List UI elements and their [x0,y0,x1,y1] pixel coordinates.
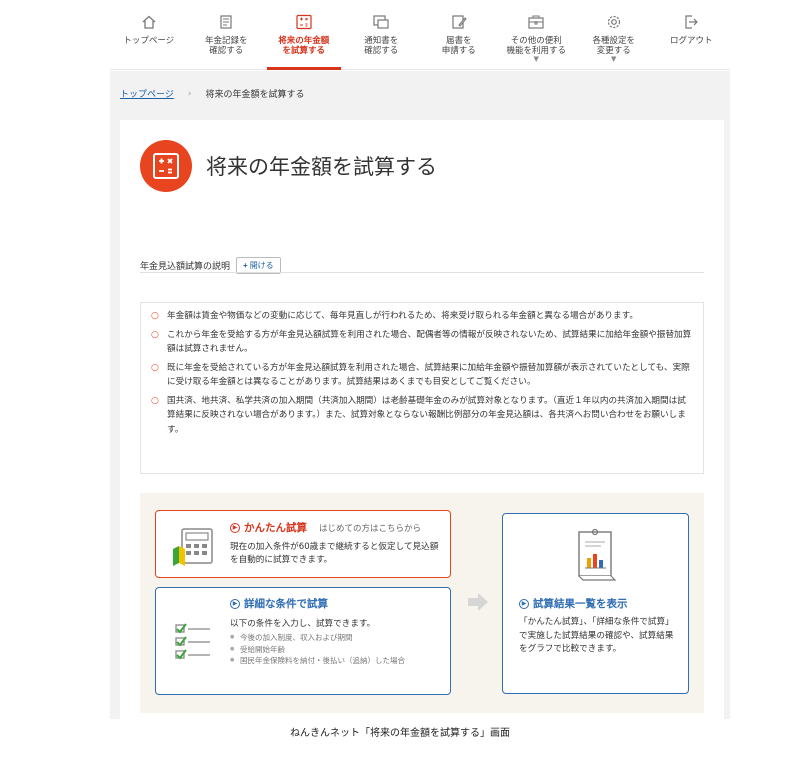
notes-box: ○ 年金額は賃金や物価などの変動に応じて、毎年見直しが行われるため、将来受け取ら… [140,302,704,474]
gear-icon [604,12,624,32]
easy-title-text: かんたん試算 [244,522,307,534]
circle-bullet-icon: ○ [151,311,159,321]
detail-description: 以下の条件を入力し、試算できます。 [230,619,376,629]
chevron-down-icon: ▼ [533,55,539,63]
breadcrumb: トップページ › 将来の年金額を試算する [120,87,305,101]
nav-item-settings[interactable]: 各種設定を 変更する ▼ [575,0,653,69]
nav-item-notice[interactable]: 通知書を 確認する [343,0,421,69]
nav-label: 各種設定を 変更する [592,36,635,56]
page-title: 将来の年金額を試算する [206,155,437,179]
document-icon [216,12,236,32]
detail-title-text: 詳細な条件で試算 [244,598,328,610]
notice-icon [371,12,391,32]
circle-bullet-icon: ○ [151,362,159,373]
easy-description: 現在の加入条件が60歳まで継続すると仮定して見込額を自動的に試算できます。 [230,542,439,565]
divider [140,272,704,273]
top-nav: トップページ 年金記録を 確認する 将来の年金額 を試算する 通知書を 確認する… [110,0,730,70]
result-list-title: ▶ 試算結果一覧を表示 [519,596,628,611]
list-item: 国民年金保険料を納付・後払い（追納）した場合 [230,655,440,667]
detail-condition-list: 今後の加入制度、収入および期間 受給開始年齢 国民年金保険料を納付・後払い（追納… [230,632,440,667]
detail-estimate-card[interactable]: ▶ 詳細な条件で試算 以下の条件を入力し、試算できます。 今後の加入制度、収入お… [155,587,451,695]
form-edit-icon [449,12,469,32]
result-description: 「かんたん試算」、「詳細な条件で試算」で実施した試算結果の確認や、試算結果をグラ… [519,617,674,654]
note-item: ○ 国共済、地共済、私学共済の加入期間（共済加入期間）は老齢基礎年金のみが試算対… [151,394,693,438]
calculator-icon [294,12,314,32]
plus-icon: + [243,261,248,270]
nav-label: ログアウト [669,36,713,46]
easy-estimate-card[interactable]: ▶ かんたん試算 はじめての方はこちらから 現在の加入条件が60歳まで継続すると… [155,510,451,578]
breadcrumb-separator: › [187,88,192,99]
circle-arrow-right-icon: ▶ [230,522,240,533]
home-icon [139,12,159,32]
nav-label: 年金記録を 確認する [204,36,248,56]
image-caption: ねんきんネット「将来の年金額を試算する」画面 [290,728,510,739]
circle-bullet-icon: ○ [151,329,159,340]
circle-arrow-right-icon: ▶ [230,598,240,609]
note-item: ○ これから年金を受給する方が年金見込額試算を利用された場合、配偶者等の情報が反… [151,328,693,357]
chevron-down-icon: ▼ [611,55,617,63]
note-text: 既に年金を受給されている方が年金見込額試算を利用された場合、試算結果に加給年金額… [167,362,690,388]
circle-bullet-icon: ○ [151,395,159,406]
nav-item-logout[interactable]: ログアウト [653,0,731,69]
nav-item-apply-form[interactable]: 届書を 申請する [420,0,498,69]
nav-item-pension-record[interactable]: 年金記録を 確認する [188,0,266,69]
nav-label: 将来の年金額 を試算する [278,36,330,56]
nav-label: トップページ [123,36,175,46]
title-row: 将来の年金額を試算する [140,140,437,192]
note-text: 年金額は賃金や物価などの変動に応じて、毎年見直しが行われるため、将来受け取られる… [167,311,638,321]
result-list-card[interactable]: ▶ 試算結果一覧を表示 「かんたん試算」、「詳細な条件で試算」で実施した試算結果… [502,513,689,694]
detail-estimate-title: ▶ 詳細な条件で試算 [230,596,328,611]
note-item: ○ 既に年金を受給されている方が年金見込額試算を利用された場合、試算結果に加給年… [151,361,693,390]
nav-item-top-page[interactable]: トップページ [110,0,188,69]
report-chart-icon [575,528,617,588]
nav-item-other-features[interactable]: その他の便利 機能を利用する ▼ [498,0,576,69]
logout-icon [681,12,701,32]
breadcrumb-current: 将来の年金額を試算する [205,90,305,100]
note-item: ○ 年金額は賃金や物価などの変動に応じて、毎年見直しが行われるため、将来受け取ら… [151,309,693,324]
easy-subtitle: はじめての方はこちらから [319,523,422,534]
checklist-icon [174,622,214,666]
note-text: 国共済、地共済、私学共済の加入期間（共済加入期間）は老齢基礎年金のみが試算対象と… [167,395,686,435]
nav-item-pension-estimate[interactable]: 将来の年金額 を試算する [265,0,343,70]
result-title-text: 試算結果一覧を表示 [533,598,628,610]
calculator-beginner-icon [170,525,220,573]
explain-label: 年金見込額試算の説明 [140,262,231,272]
list-item: 受給開始年齢 [230,644,440,656]
nav-label: 届書を 申請する [441,36,476,56]
toolbox-icon [526,12,546,32]
circle-arrow-right-icon: ▶ [519,598,529,609]
calculator-icon [140,140,192,192]
note-text: これから年金を受給する方が年金見込額試算を利用された場合、配偶者等の情報が反映さ… [167,329,692,355]
open-button-label: 開ける [249,261,274,270]
breadcrumb-home-link[interactable]: トップページ [120,87,174,100]
nav-label: 通知書を 確認する [364,36,399,56]
easy-estimate-title: ▶ かんたん試算 はじめての方はこちらから [230,520,421,535]
list-item: 今後の加入制度、収入および期間 [230,632,440,644]
arrow-right-icon [466,590,490,614]
nav-label: その他の便利 機能を利用する [506,36,566,56]
